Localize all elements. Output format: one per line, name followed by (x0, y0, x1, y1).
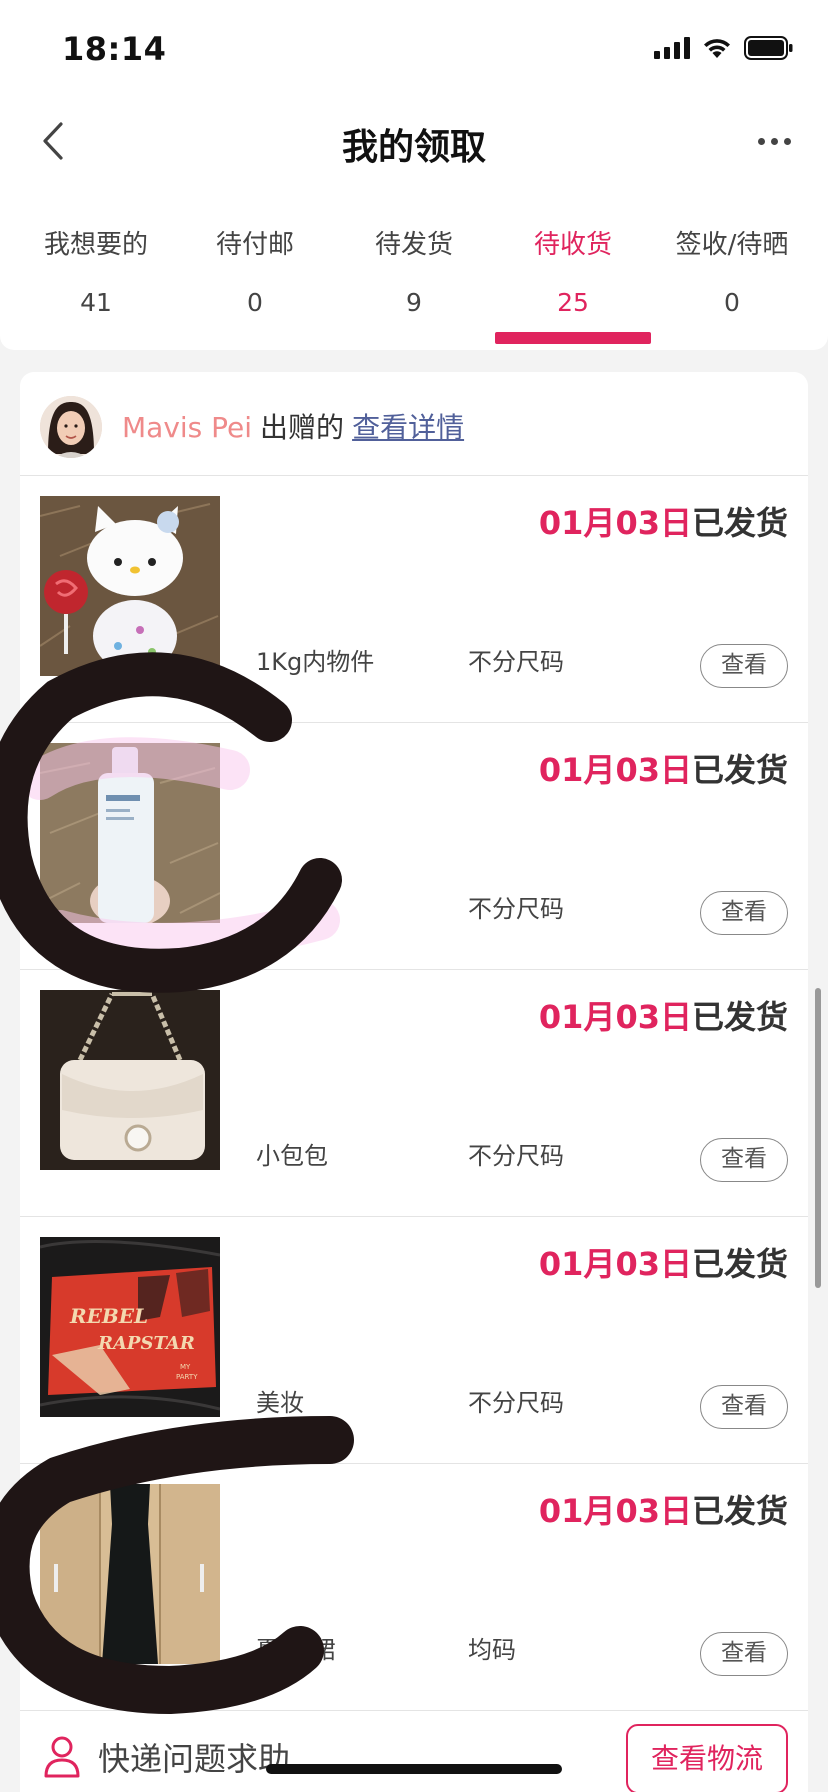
item-status: 01月03日已发货 (539, 1239, 788, 1285)
list-item[interactable]: 01月03日已发货 小包包 不分尺码 查看 (20, 970, 808, 1217)
skincare-bottle-image (40, 743, 220, 923)
item-name: 小包包 (256, 1142, 328, 1170)
giver-suffix: 出赠的 (260, 411, 345, 444)
item-name: 1Kg内物件 (256, 648, 375, 676)
status-time: 18:14 (62, 30, 167, 68)
item-thumbnail[interactable] (40, 496, 220, 676)
view-button[interactable]: 查看 (700, 891, 788, 935)
black-dress-image (40, 1484, 220, 1664)
item-size: 均码 (468, 1636, 516, 1664)
item-date: 01月03日 (538, 1245, 692, 1283)
item-date: 01月03日 (538, 751, 692, 789)
bottom-bar: 快递问题求助 查看物流 (20, 1712, 808, 1792)
item-thumbnail[interactable] (40, 743, 220, 923)
list-item[interactable]: 01月03日已发货 1Kg内物件 不分尺码 查看 (20, 476, 808, 723)
tab-awaiting-shipment[interactable]: 待发货 9 (334, 186, 494, 350)
item-name: 美妆 (256, 1389, 304, 1417)
tab-count: 41 (80, 288, 112, 317)
active-tab-indicator (495, 332, 651, 344)
status-tabs: 我想要的 41 待付邮 0 待发货 9 待收货 25 签收/待晒 0 (0, 186, 828, 350)
tab-awaiting-postage[interactable]: 待付邮 0 (175, 186, 335, 350)
item-status-text: 已发货 (691, 504, 788, 542)
item-status-text: 已发货 (691, 1492, 788, 1530)
tab-count: 0 (724, 288, 740, 317)
palette-line1: REBEL (69, 1304, 148, 1328)
tab-label: 我想要的 (43, 230, 148, 260)
tab-label: 待收货 (533, 230, 612, 260)
navigation-bar: 我的领取 (0, 96, 828, 186)
wifi-icon (704, 39, 730, 58)
item-status: 01月03日已发货 (539, 498, 788, 544)
view-logistics-button[interactable]: 查看物流 (626, 1724, 788, 1792)
tab-count: 25 (557, 288, 589, 317)
palette-line2: RAPSTAR (97, 1333, 195, 1354)
tab-count: 0 (247, 288, 263, 317)
status-icons (654, 36, 794, 60)
more-dot (757, 137, 765, 145)
more-dot (783, 137, 791, 145)
tab-label: 待付邮 (215, 230, 294, 260)
palette-small1: MY (180, 1363, 191, 1371)
item-date: 01月03日 (538, 504, 692, 542)
item-status: 01月03日已发货 (539, 1486, 788, 1532)
list-item[interactable]: 01月03日已发货 夏 衣裙 均码 查看 (20, 1464, 808, 1711)
view-button[interactable]: 查看 (700, 1138, 788, 1182)
item-status: 01月03日已发货 (539, 745, 788, 791)
item-status-text: 已发货 (691, 751, 788, 789)
cellular-signal-icon (654, 37, 690, 59)
eyeshadow-palette-image: REBEL RAPSTAR MY PARTY (40, 1237, 220, 1417)
view-details-link[interactable]: 查看详情 (352, 411, 464, 444)
item-thumbnail[interactable]: REBEL RAPSTAR MY PARTY (40, 1237, 220, 1417)
status-bar: 18:14 (0, 0, 828, 96)
avatar-image (40, 396, 102, 458)
hello-kitty-plush-image (40, 496, 220, 676)
battery-icon (744, 36, 793, 60)
delivery-help-link[interactable]: 快递问题求助 (98, 1734, 290, 1780)
tab-count: 9 (406, 288, 422, 317)
home-indicator (266, 1764, 562, 1774)
view-button[interactable]: 查看 (700, 1385, 788, 1429)
tab-received-review[interactable]: 签收/待晒 0 (652, 186, 812, 350)
item-status-text: 已发货 (691, 1245, 788, 1283)
scrollbar[interactable] (815, 988, 821, 1288)
page-title: 我的领取 (341, 127, 486, 168)
list-item[interactable]: REBEL RAPSTAR MY PARTY 01月03日已发货 美妆 不分尺码… (20, 1217, 808, 1464)
gift-card: Mavis Pei 出赠的 查看详情 01月03日已发货 1Kg内物件 不分尺码… (20, 372, 808, 1792)
item-size: 不分尺码 (468, 648, 564, 676)
giver-name[interactable]: Mavis Pei (122, 411, 252, 444)
giver-header: Mavis Pei 出赠的 查看详情 (20, 372, 808, 476)
tab-awaiting-receipt[interactable]: 待收货 25 (493, 186, 653, 350)
item-status: 01月03日已发货 (539, 992, 788, 1038)
tab-label: 签收/待晒 (675, 230, 789, 260)
view-button[interactable]: 查看 (700, 644, 788, 688)
avatar[interactable] (40, 396, 102, 458)
item-status-text: 已发货 (691, 998, 788, 1036)
tab-label: 待发货 (374, 230, 453, 260)
tab-wanted[interactable]: 我想要的 41 (16, 186, 176, 350)
item-size: 不分尺码 (468, 895, 564, 923)
cream-handbag-image (40, 990, 220, 1170)
more-dot (770, 137, 778, 145)
item-thumbnail[interactable] (40, 1484, 220, 1664)
more-options-button[interactable] (744, 114, 804, 168)
palette-small2: PARTY (176, 1373, 198, 1381)
view-button[interactable]: 查看 (700, 1632, 788, 1676)
item-name: 夏 衣裙 (256, 1636, 336, 1664)
user-icon (44, 1736, 80, 1778)
item-size: 不分尺码 (468, 1389, 564, 1417)
giver-line: Mavis Pei 出赠的 查看详情 (122, 406, 464, 446)
list-item[interactable]: 01月03日已发货 不分尺码 查看 (20, 723, 808, 970)
item-size: 不分尺码 (468, 1142, 564, 1170)
item-thumbnail[interactable] (40, 990, 220, 1170)
item-date: 01月03日 (538, 998, 692, 1036)
item-date: 01月03日 (538, 1492, 692, 1530)
